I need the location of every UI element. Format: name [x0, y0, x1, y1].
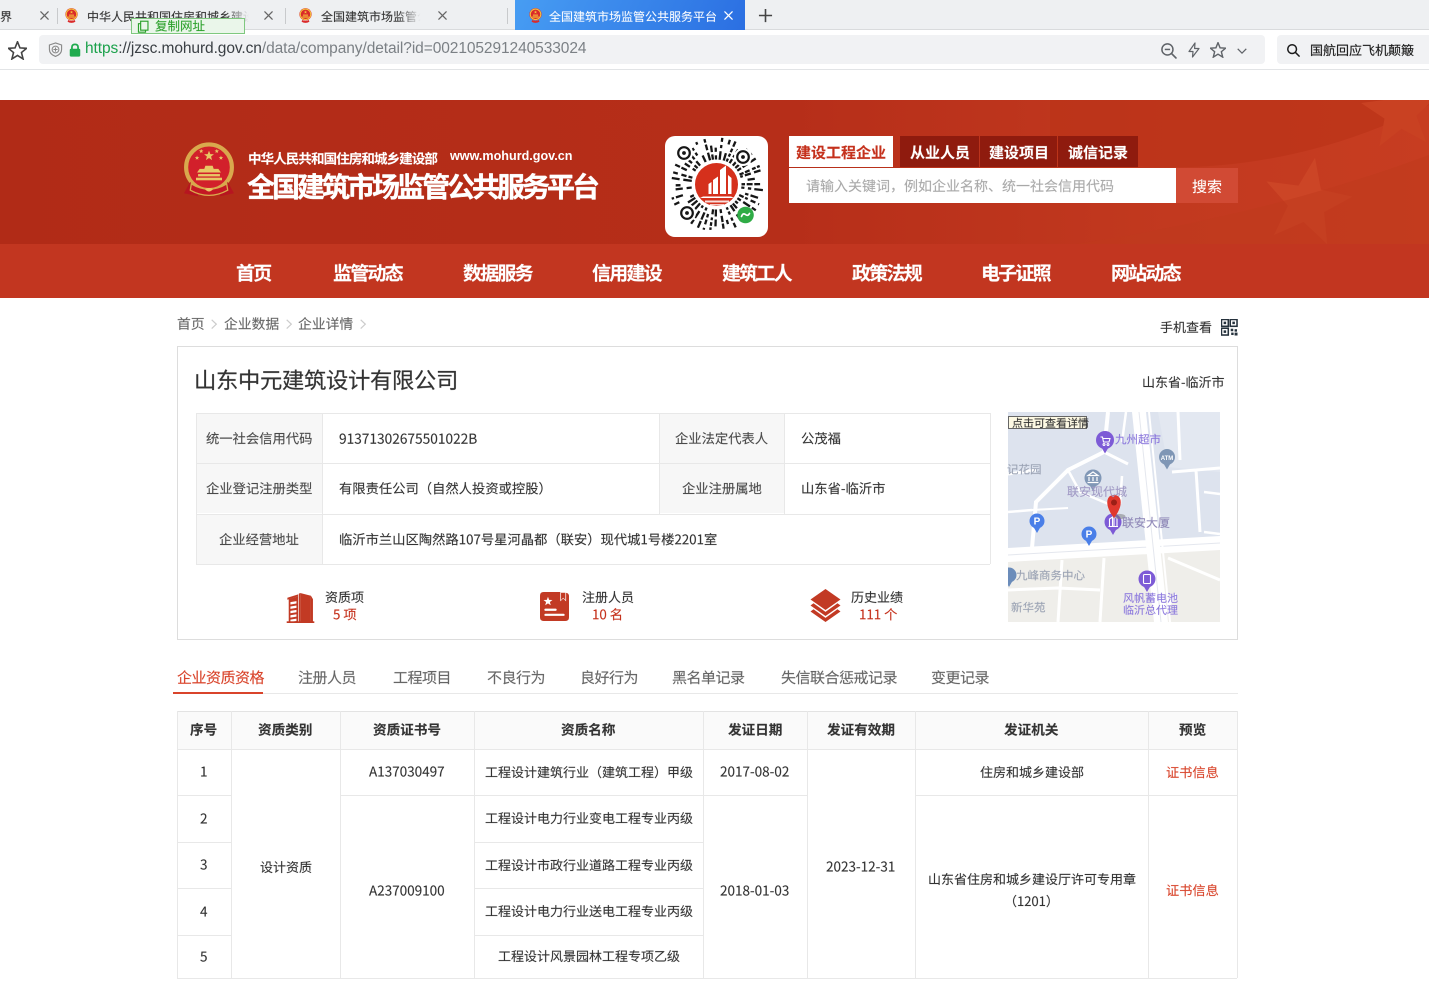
- svg-text:P: P: [1034, 517, 1041, 528]
- svg-text:ATM: ATM: [1161, 456, 1174, 462]
- svg-text:P: P: [1086, 530, 1093, 541]
